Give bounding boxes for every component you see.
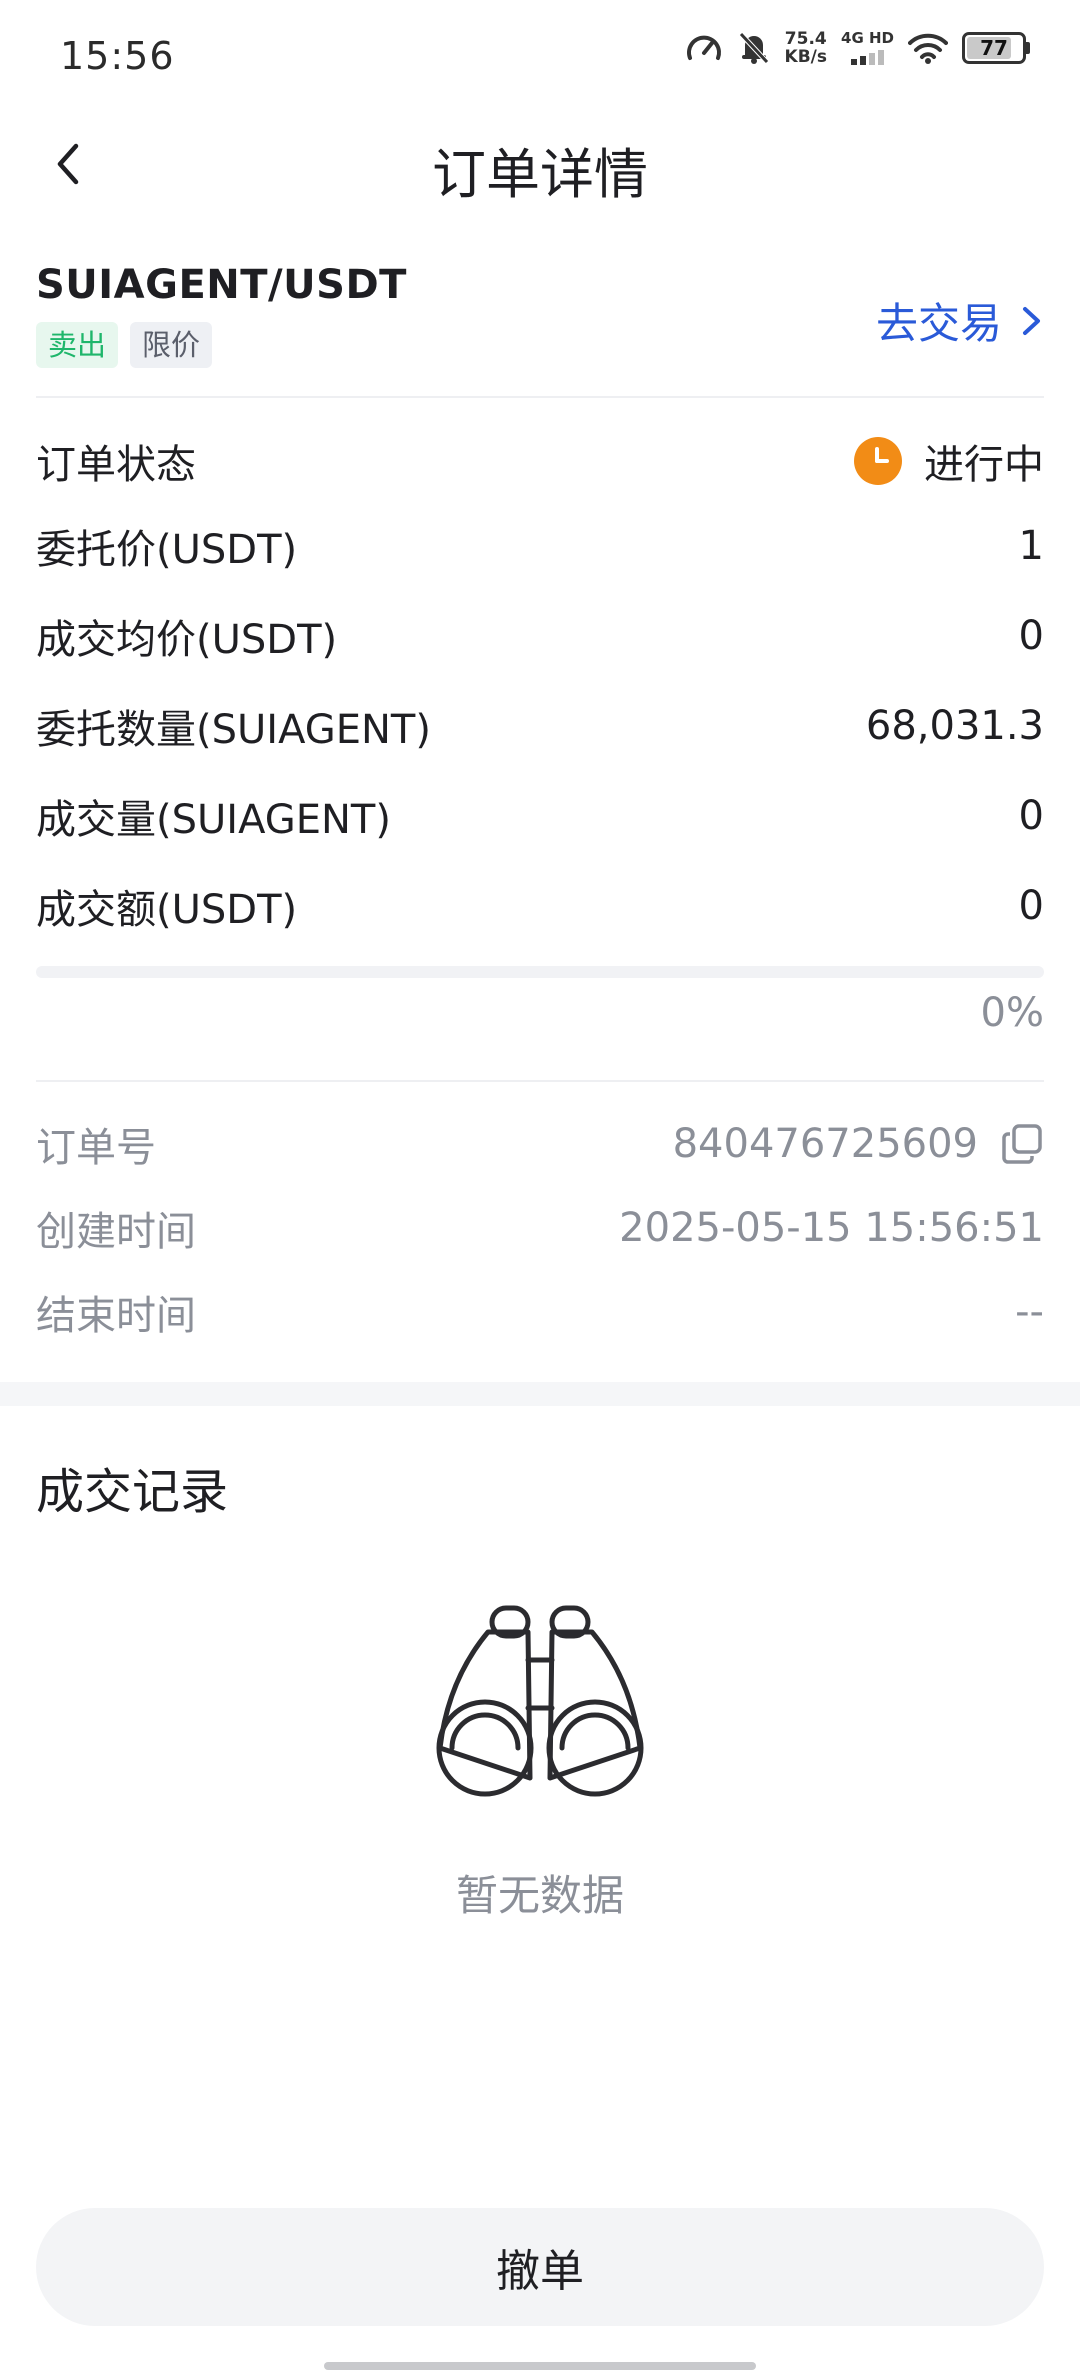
- battery-indicator: 77: [962, 32, 1030, 64]
- cancel-order-button[interactable]: 撤单: [36, 2208, 1044, 2326]
- page-title: 订单详情: [432, 143, 648, 206]
- detail-row-avg-price: 成交均价(USDT) 0: [36, 606, 1044, 666]
- go-trade-link[interactable]: 去交易: [876, 290, 1044, 351]
- signal-label: 4G HD: [841, 29, 894, 47]
- meta-value: 840476725609: [673, 1121, 1044, 1167]
- chevron-right-icon: [1023, 306, 1040, 335]
- battery-icon: 77: [962, 32, 1026, 64]
- mute-bell-icon: [738, 32, 769, 64]
- fill-progress-text: 0%: [980, 990, 1044, 1036]
- trading-pair: SUIAGENT/USDT: [36, 262, 407, 308]
- net-speed: 75.4 KB/s: [785, 30, 827, 66]
- detail-label: 订单状态: [36, 442, 196, 488]
- status-bar: 15:56 75.4 KB/s 4G HD 77: [0, 0, 1080, 110]
- meta-value: 2025-05-15 15:56:51: [619, 1205, 1044, 1251]
- fill-progress-bar: [36, 966, 1044, 978]
- status-icons: 75.4 KB/s 4G HD 77: [685, 30, 1030, 66]
- detail-label: 成交均价(USDT): [36, 617, 338, 663]
- divider: [36, 396, 1044, 398]
- battery-level: 77: [980, 36, 1008, 60]
- detail-label: 成交额(USDT): [36, 887, 298, 933]
- meta-row-ended: 结束时间 --: [36, 1282, 1044, 1342]
- meta-value: --: [1015, 1289, 1044, 1335]
- detail-value: 0: [1018, 883, 1044, 929]
- detail-row-status: 订单状态 进行中: [36, 431, 1044, 491]
- net-speed-unit: KB/s: [784, 47, 828, 67]
- net-speed-value: 75.4: [784, 29, 827, 49]
- detail-value: 0: [1018, 613, 1044, 659]
- speedometer-icon: [686, 35, 721, 60]
- status-time: 15:56: [60, 34, 175, 78]
- detail-value: 0: [1018, 793, 1044, 839]
- detail-label: 成交量(SUIAGENT): [36, 797, 391, 843]
- order-id: 840476725609: [672, 1121, 978, 1167]
- detail-row-total: 成交额(USDT) 0: [36, 876, 1044, 936]
- section-separator: [0, 1382, 1080, 1406]
- status-text: 进行中: [924, 442, 1044, 488]
- detail-label: 委托数量(SUIAGENT): [36, 707, 431, 753]
- empty-state-text: 暂无数据: [455, 1871, 624, 1920]
- detail-row-filled: 成交量(SUIAGENT) 0: [36, 786, 1044, 846]
- divider: [36, 1080, 1044, 1082]
- trades-section-title: 成交记录: [36, 1464, 229, 1520]
- clock-icon: [854, 437, 902, 485]
- meta-label: 结束时间: [36, 1293, 196, 1339]
- side-tag: 卖出: [36, 322, 119, 368]
- order-tags: 卖出 限价: [36, 322, 213, 368]
- cell-signal: 4G HD: [841, 31, 894, 65]
- detail-value: 1: [1018, 523, 1044, 569]
- order-type-tag: 限价: [130, 322, 213, 368]
- detail-value: 68,031.3: [865, 703, 1044, 749]
- home-indicator[interactable]: [324, 2362, 756, 2370]
- detail-label: 委托价(USDT): [36, 527, 298, 573]
- detail-row-price: 委托价(USDT) 1: [36, 516, 1044, 576]
- meta-row-order-id: 订单号 840476725609: [36, 1114, 1044, 1174]
- meta-label: 创建时间: [36, 1209, 196, 1255]
- copy-icon[interactable]: [1000, 1122, 1044, 1166]
- signal-bars-icon: [850, 50, 884, 65]
- wifi-icon: [908, 33, 948, 64]
- nav-bar: 订单详情: [0, 110, 1080, 220]
- meta-label: 订单号: [36, 1125, 156, 1171]
- binoculars-icon: [436, 1605, 644, 1797]
- detail-value: 进行中: [854, 432, 1044, 490]
- meta-row-created: 创建时间 2025-05-15 15:56:51: [36, 1198, 1044, 1258]
- go-trade-label: 去交易: [875, 299, 1002, 348]
- detail-row-amount: 委托数量(SUIAGENT) 68,031.3: [36, 696, 1044, 756]
- order-detail-page: 15:56 75.4 KB/s 4G HD 77 订单详情 SUIAGENT/U…: [0, 0, 1080, 2376]
